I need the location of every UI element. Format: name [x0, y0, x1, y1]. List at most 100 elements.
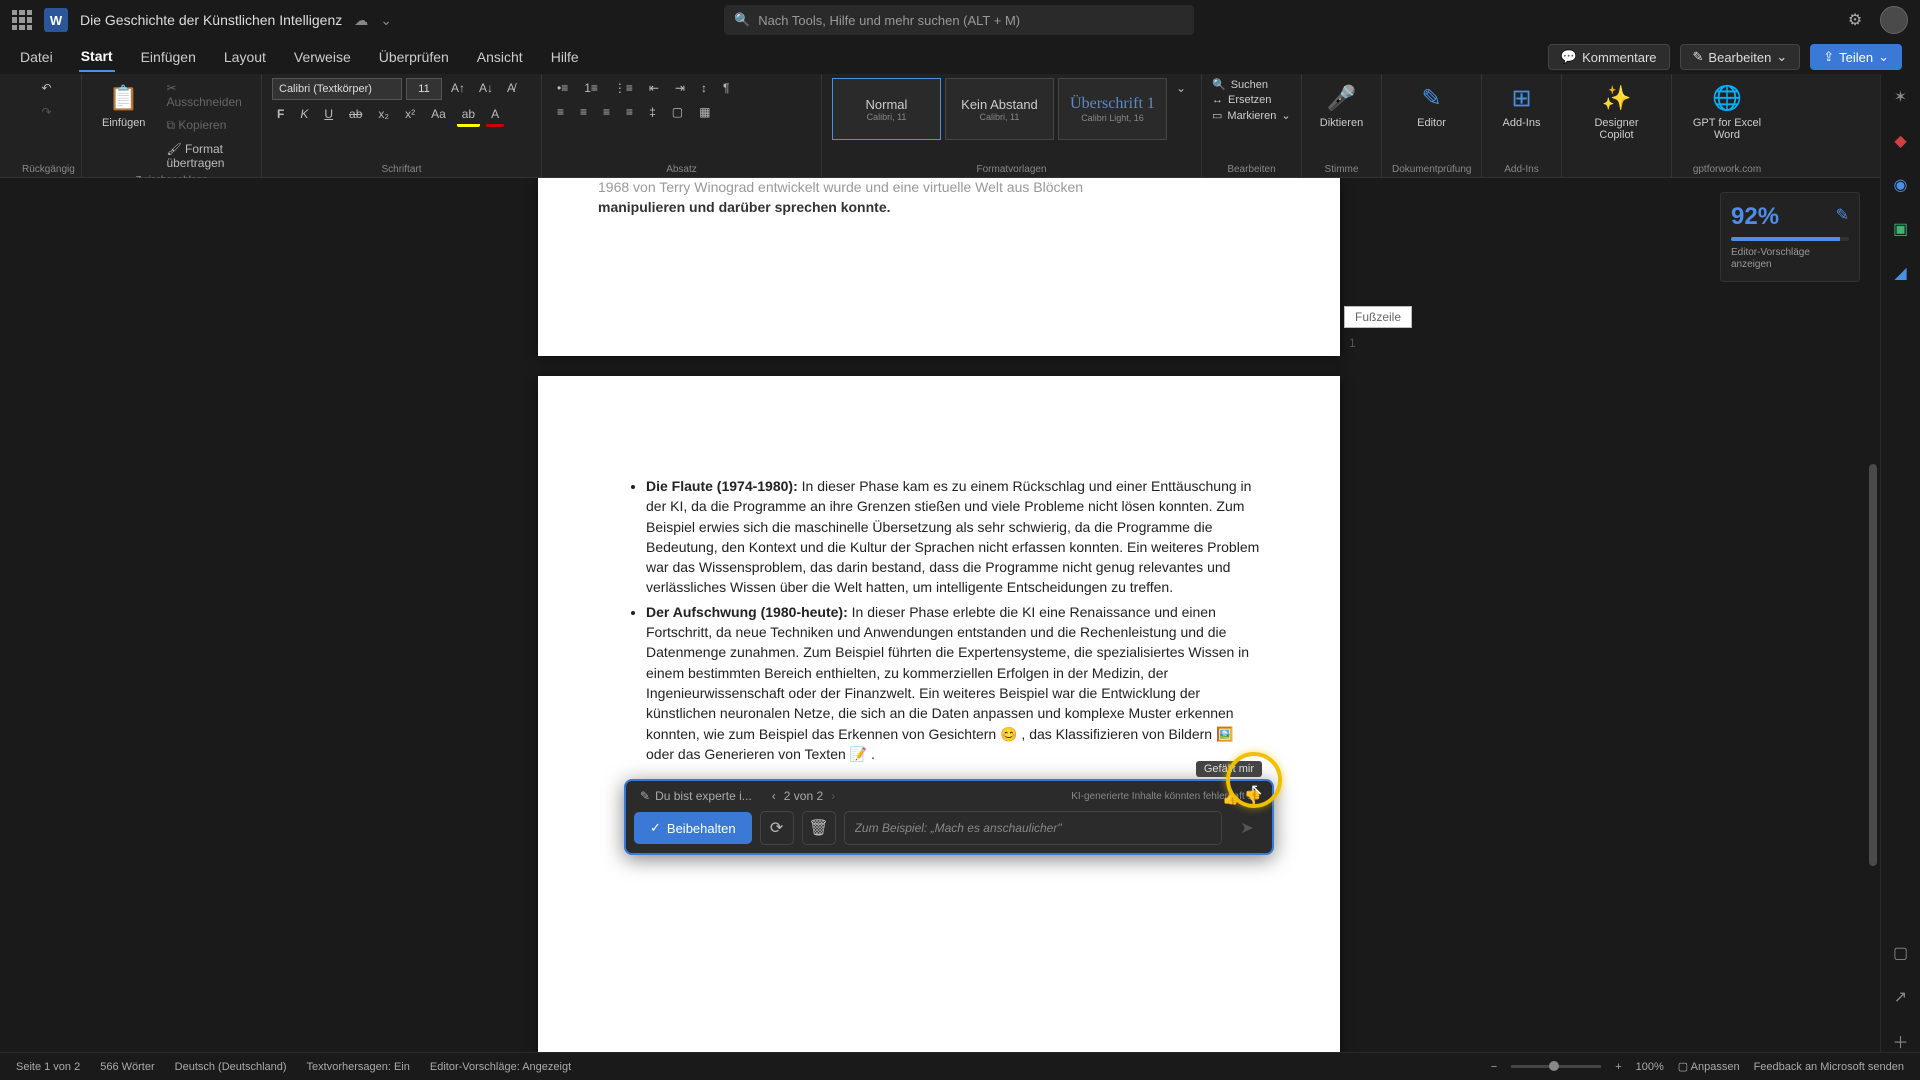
thumbs-down-icon[interactable]: 👎	[1244, 789, 1262, 807]
score-label[interactable]: Editor-Vorschläge anzeigen	[1731, 247, 1849, 271]
replace-button[interactable]: ↔ Ersetzen	[1212, 94, 1291, 106]
dictate-button[interactable]: 🎤Diktieren	[1312, 78, 1371, 135]
editor-button[interactable]: ✎Editor	[1392, 78, 1471, 135]
copilot-rail-icon[interactable]: ✶	[1890, 86, 1912, 108]
rail-icon[interactable]: ▢	[1890, 942, 1912, 964]
style-no-spacing[interactable]: Kein AbstandCalibri, 11	[945, 78, 1054, 140]
align-center-button[interactable]: ≡	[575, 102, 592, 122]
chevron-down-icon[interactable]: ⌄	[380, 12, 392, 29]
comments-button[interactable]: 💬Kommentare	[1548, 44, 1670, 70]
rail-icon[interactable]: ◉	[1890, 174, 1912, 196]
language-status[interactable]: Deutsch (Deutschland)	[175, 1061, 287, 1073]
gpt-button[interactable]: 🌐GPT for Excel Word	[1682, 78, 1772, 147]
sort-button[interactable]: ↕	[696, 78, 712, 98]
align-right-button[interactable]: ≡	[598, 102, 615, 122]
style-more-button[interactable]: ⌄	[1171, 78, 1191, 140]
send-button[interactable]: ➤	[1230, 811, 1264, 845]
word-count[interactable]: 566 Wörter	[100, 1061, 154, 1073]
rail-icon[interactable]: ◢	[1890, 262, 1912, 284]
case-button[interactable]: Aa	[426, 104, 451, 127]
prev-button[interactable]: ‹	[772, 789, 776, 803]
italic-button[interactable]: K	[295, 104, 313, 127]
underline-button[interactable]: U	[319, 104, 338, 127]
fit-button[interactable]: ▢ Anpassen	[1678, 1060, 1740, 1073]
addins-button[interactable]: ⊞Add-Ins	[1492, 78, 1551, 135]
list-item[interactable]: Die Flaute (1974-1980): In dieser Phase …	[646, 476, 1260, 598]
shading-button[interactable]: ▢	[667, 102, 688, 122]
style-gallery[interactable]: NormalCalibri, 11 Kein AbstandCalibri, 1…	[832, 78, 1191, 140]
document-canvas[interactable]: 1968 von Terry Winograd entwickelt wurde…	[0, 178, 1880, 1052]
keep-button[interactable]: ✓Beibehalten	[634, 812, 752, 844]
font-color-button[interactable]: A	[486, 104, 504, 127]
page-status[interactable]: Seite 1 von 2	[16, 1061, 80, 1073]
highlight-button[interactable]: ab	[457, 104, 480, 127]
tab-start[interactable]: Start	[79, 42, 115, 72]
edit-mode-button[interactable]: ✎Bearbeiten⌄	[1680, 44, 1801, 70]
zoom-in-button[interactable]: +	[1615, 1061, 1621, 1073]
tab-datei[interactable]: Datei	[18, 43, 55, 71]
paste-button[interactable]: 📋Einfügen	[92, 78, 155, 173]
footer-label[interactable]: Fußzeile	[1344, 306, 1412, 328]
editor-status[interactable]: Editor-Vorschläge: Angezeigt	[430, 1061, 571, 1073]
format-painter-button[interactable]: 🖌 Format übertragen	[161, 139, 251, 173]
feedback-link[interactable]: Feedback an Microsoft senden	[1754, 1061, 1904, 1073]
gear-icon[interactable]: ⚙	[1844, 9, 1866, 31]
rail-icon[interactable]: ↗	[1890, 986, 1912, 1008]
clear-format-button[interactable]: A̸	[502, 78, 520, 100]
line-spacing-button[interactable]: ‡	[644, 102, 661, 122]
shrink-font-button[interactable]: A↓	[474, 78, 498, 100]
strike-button[interactable]: ab	[344, 104, 367, 127]
select-button[interactable]: ▭ Markieren ⌄	[1212, 109, 1291, 122]
font-size-select[interactable]	[406, 78, 442, 100]
numbering-button[interactable]: 1≡	[579, 78, 603, 98]
page-1[interactable]: 1968 von Terry Winograd entwickelt wurde…	[538, 178, 1340, 356]
prompt-chip[interactable]: ✎Du bist experte i...	[640, 789, 752, 803]
outdent-button[interactable]: ⇤	[644, 78, 664, 98]
style-normal[interactable]: NormalCalibri, 11	[832, 78, 941, 140]
thumbs-up-icon[interactable]: 👍	[1222, 789, 1240, 807]
tab-verweise[interactable]: Verweise	[292, 43, 353, 71]
page-2[interactable]: Die Flaute (1974-1980): In dieser Phase …	[538, 376, 1340, 1052]
undo-button[interactable]: ↶	[36, 78, 56, 98]
justify-button[interactable]: ≡	[621, 102, 638, 122]
superscript-button[interactable]: x²	[400, 104, 420, 127]
bullets-button[interactable]: •≡	[552, 78, 573, 98]
pilcrow-button[interactable]: ¶	[718, 78, 734, 98]
zoom-slider[interactable]	[1511, 1065, 1601, 1068]
next-button[interactable]: ›	[831, 789, 835, 803]
editor-score-panel[interactable]: 92% ✎ Editor-Vorschläge anzeigen	[1720, 192, 1860, 282]
regenerate-button[interactable]: ⟳	[760, 811, 794, 845]
grow-font-button[interactable]: A↑	[446, 78, 470, 100]
font-name-select[interactable]	[272, 78, 402, 100]
app-launcher-icon[interactable]	[12, 10, 32, 30]
align-left-button[interactable]: ≡	[552, 102, 569, 122]
document-title[interactable]: Die Geschichte der Künstlichen Intellige…	[80, 12, 342, 28]
tab-hilfe[interactable]: Hilfe	[549, 43, 581, 71]
subscript-button[interactable]: x₂	[373, 104, 394, 127]
designer-button[interactable]: ✨Designer Copilot	[1572, 78, 1661, 147]
tab-ueberpruefen[interactable]: Überprüfen	[377, 43, 451, 71]
borders-button[interactable]: ▦	[694, 102, 715, 122]
style-heading1[interactable]: Überschrift 1Calibri Light, 16	[1058, 78, 1167, 140]
rail-icon[interactable]: ◆	[1890, 130, 1912, 152]
tab-einfuegen[interactable]: Einfügen	[139, 43, 198, 71]
list-item[interactable]: Der Aufschwung (1980-heute): In dieser P…	[646, 602, 1260, 764]
scrollbar-thumb[interactable]	[1869, 464, 1877, 866]
zoom-out-button[interactable]: −	[1491, 1061, 1497, 1073]
find-button[interactable]: 🔍 Suchen	[1212, 78, 1291, 91]
avatar[interactable]	[1880, 6, 1908, 34]
save-status-icon[interactable]: ☁	[354, 12, 368, 29]
bold-button[interactable]: F	[272, 104, 289, 127]
vertical-scrollbar[interactable]	[1866, 178, 1880, 1052]
rail-icon[interactable]: ▣	[1890, 218, 1912, 240]
share-button[interactable]: ⇪Teilen⌄	[1810, 44, 1902, 70]
rail-add-button[interactable]: ＋	[1890, 1030, 1912, 1052]
tab-ansicht[interactable]: Ansicht	[475, 43, 525, 71]
tab-layout[interactable]: Layout	[222, 43, 268, 71]
zoom-level[interactable]: 100%	[1636, 1061, 1664, 1073]
search-input[interactable]: 🔍 Nach Tools, Hilfe und mehr suchen (ALT…	[724, 5, 1194, 35]
predictions-status[interactable]: Textvorhersagen: Ein	[307, 1061, 410, 1073]
copilot-input[interactable]	[844, 811, 1222, 845]
indent-button[interactable]: ⇥	[670, 78, 690, 98]
multilevel-button[interactable]: ⋮≡	[609, 78, 638, 98]
